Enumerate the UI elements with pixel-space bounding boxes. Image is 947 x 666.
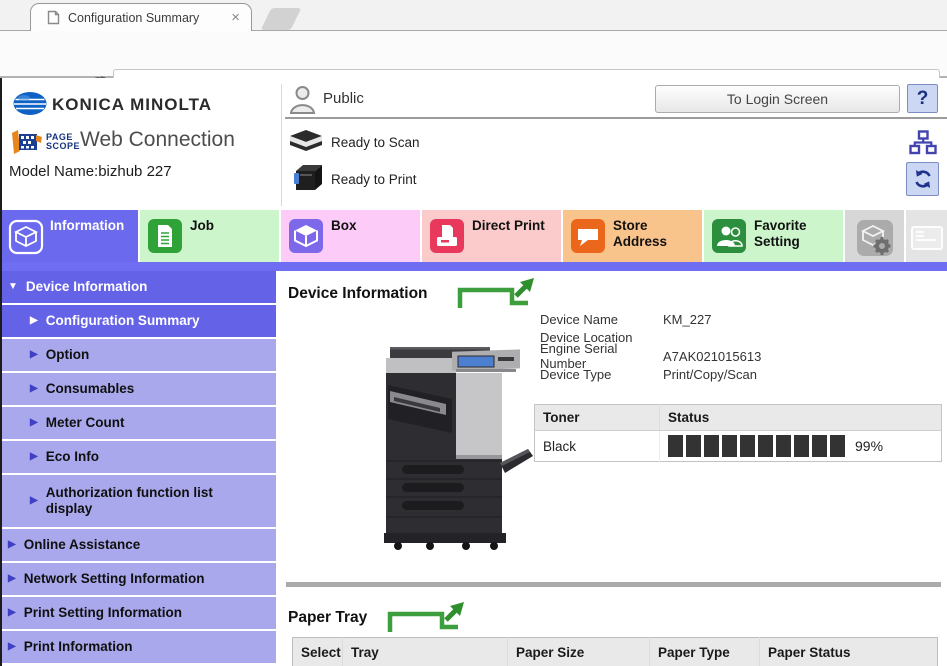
model-name: Model Name:bizhub 227 — [9, 163, 172, 180]
browser-tab[interactable]: Configuration Summary × — [30, 3, 252, 31]
triangle-right-icon — [30, 493, 38, 509]
help-button[interactable]: ? — [907, 84, 938, 113]
triangle-right-icon — [30, 415, 38, 431]
sidebar: Device Information Configuration Summary… — [0, 271, 276, 666]
pagescope-logo-icon — [8, 127, 44, 159]
tab-information[interactable]: Information — [0, 210, 138, 262]
device-information-title: Device Information — [288, 285, 428, 303]
toner-table: Toner Status Black 99% — [534, 404, 942, 462]
section-divider — [286, 582, 941, 587]
to-login-screen-button[interactable]: To Login Screen — [655, 85, 900, 113]
triangle-right-icon — [8, 537, 16, 553]
sidebar-item-network-setting-information[interactable]: Network Setting Information — [0, 563, 276, 595]
tab-counter[interactable] — [906, 210, 947, 262]
function-tab-bar: Information Job Box — [0, 210, 947, 262]
triangle-right-icon — [30, 449, 38, 465]
status-header: Status — [660, 405, 942, 431]
refresh-button[interactable] — [906, 162, 939, 196]
box-cube-icon — [289, 219, 323, 253]
field-row: Device NameKM_227 — [540, 310, 761, 329]
sidebar-item-eco-info[interactable]: Eco Info — [0, 441, 276, 473]
table-row: Black 99% — [535, 431, 942, 462]
toner-percent: 99% — [855, 438, 883, 454]
new-tab-button[interactable] — [261, 8, 302, 30]
main-content: Device Information — [276, 271, 947, 666]
direct-print-icon — [430, 219, 464, 253]
paper-status-header: Paper Status — [760, 638, 938, 666]
product-name: Web Connection — [80, 128, 235, 152]
go-to-top-icon[interactable] — [456, 276, 541, 310]
tray-header: Tray — [343, 638, 508, 666]
job-document-icon — [148, 219, 182, 253]
store-address-icon — [571, 219, 605, 253]
paper-size-header: Paper Size — [508, 638, 650, 666]
information-cube-icon — [8, 219, 44, 255]
konica-minolta-globe-icon — [12, 91, 48, 116]
paper-tray-title: Paper Tray — [288, 609, 367, 627]
sidebar-item-device-information[interactable]: Device Information — [0, 271, 276, 303]
tab-close-icon[interactable]: × — [228, 9, 243, 26]
sidebar-item-authorization-function-list[interactable]: Authorization function list display — [0, 475, 276, 527]
triangle-right-icon — [30, 313, 38, 329]
browser-tab-title: Configuration Summary — [68, 11, 228, 25]
browser-address-bar: ← → Ikke sikker | https ://10.0.1.11/wcd… — [0, 31, 947, 78]
box-gear-icon — [856, 219, 894, 257]
printer-photo — [360, 343, 534, 551]
triangle-down-icon — [8, 279, 18, 295]
header-rule — [285, 117, 947, 119]
sidebar-item-consumables[interactable]: Consumables — [0, 373, 276, 405]
tab-direct-print[interactable]: Direct Print — [422, 210, 561, 262]
tab-store-address[interactable]: Store Address — [563, 210, 702, 262]
paper-type-header: Paper Type — [650, 638, 760, 666]
triangle-right-icon — [8, 571, 16, 587]
sidebar-item-configuration-summary[interactable]: Configuration Summary — [0, 305, 276, 337]
screen: Configuration Summary × ← → Ikke sikker … — [0, 0, 947, 666]
sidebar-item-online-assistance[interactable]: Online Assistance — [0, 529, 276, 561]
tab-system-settings[interactable] — [845, 210, 904, 262]
toner-name: Black — [535, 431, 660, 462]
pagescope-text: PAGE SCOPE — [46, 133, 80, 151]
brand-logo-text: KONICA MINOLTA — [52, 95, 212, 115]
scanner-status-text: Ready to Scan — [331, 135, 420, 150]
sidebar-item-print-information[interactable]: Print Information — [0, 631, 276, 663]
select-header: Select — [293, 638, 343, 666]
device-fields: Device NameKM_227 Device Location Engine… — [540, 310, 761, 384]
network-icon[interactable] — [909, 130, 937, 156]
field-row: Engine Serial NumberA7AK021015613 — [540, 347, 761, 366]
app-header: KONICA MINOLTA PAGE SCOPE Web Connection… — [0, 78, 947, 210]
triangle-right-icon — [8, 605, 16, 621]
user-icon — [289, 85, 316, 114]
sidebar-item-option[interactable]: Option — [0, 339, 276, 371]
field-row: Device TypePrint/Copy/Scan — [540, 366, 761, 385]
triangle-right-icon — [30, 381, 38, 397]
favorite-setting-icon — [712, 219, 746, 253]
toner-header: Toner — [535, 405, 660, 431]
header-divider — [281, 84, 282, 206]
go-to-top-icon[interactable] — [386, 600, 471, 634]
triangle-right-icon — [8, 639, 16, 655]
sidebar-item-print-setting-information[interactable]: Print Setting Information — [0, 597, 276, 629]
logged-in-user: Public — [323, 90, 364, 107]
printer-status-text: Ready to Print — [331, 172, 417, 187]
paper-tray-table: Select Tray Paper Size Paper Type Paper … — [292, 637, 938, 666]
sidebar-item-meter-count[interactable]: Meter Count — [0, 407, 276, 439]
printer-status-icon — [290, 158, 323, 193]
tab-favorite-setting[interactable]: Favorite Setting — [704, 210, 843, 262]
scanner-status-icon — [287, 128, 324, 153]
document-favicon-icon — [47, 10, 60, 25]
refresh-arrows-icon — [912, 168, 934, 190]
tab-box[interactable]: Box — [281, 210, 420, 262]
tab-job[interactable]: Job — [140, 210, 279, 262]
triangle-right-icon — [30, 347, 38, 363]
toner-level-bar — [668, 435, 848, 457]
window-left-edge — [0, 78, 2, 666]
counter-icon — [910, 219, 944, 257]
active-tab-strip — [0, 262, 947, 271]
browser-tabstrip: Configuration Summary × — [0, 0, 947, 31]
